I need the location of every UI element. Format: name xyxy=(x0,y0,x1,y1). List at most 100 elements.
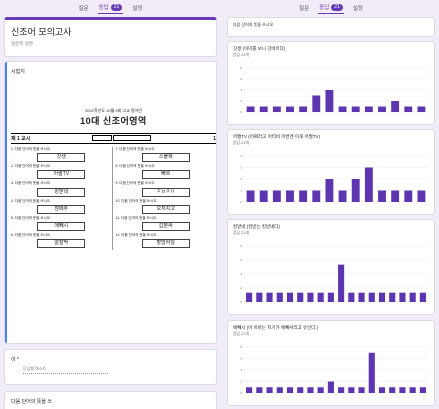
bar-chart-2: 0 1 2 3 4 xyxy=(240,154,428,204)
chart-bar xyxy=(368,292,375,302)
exam-answer-box: 점메추 xyxy=(37,204,86,214)
chart-bar xyxy=(259,190,268,202)
exam-section: 제 1 교시 xyxy=(11,136,31,142)
exam-question-text: 8. 다음 단어의 뜻을 쓰시오. xyxy=(115,164,156,169)
chart-bar xyxy=(378,190,386,202)
name-question-card[interactable]: 이 * 단답형 텍스트 xyxy=(4,349,217,385)
exam-question-card[interactable]: 시험지 2021학년도 10월 9회 고교 원어민 10대 신조어영역 제 1 … xyxy=(4,61,217,344)
tab-responses-2[interactable]: 응답 21 xyxy=(318,3,344,14)
chart-bar xyxy=(419,292,426,302)
form-title-card[interactable]: 신조어 모의고사 설문지 설명 xyxy=(4,17,217,57)
chart-bar xyxy=(348,292,355,302)
exam-question-text: 10. 다음 단어의 뜻을 쓰시오. xyxy=(115,198,158,203)
chart-bar xyxy=(286,292,294,302)
chart-bar xyxy=(276,292,283,302)
name-box xyxy=(92,135,113,141)
exam-answer-box: 갑분싸 xyxy=(141,222,190,232)
response-count-badge: 21 xyxy=(110,3,123,11)
tab-questions[interactable]: 질문 xyxy=(78,4,90,14)
chart-y-tick: 2 xyxy=(240,286,242,290)
exam-answer-box: ㅈㅂㅈㅇ xyxy=(141,187,190,197)
form-description[interactable]: 설문지 설명 xyxy=(11,41,216,47)
left-pane: 질문 응답 21 설정 신조어 모의고사 설문지 설명 시험지 2021학년도 1… xyxy=(0,0,221,409)
chart-bar xyxy=(286,387,294,393)
chart-y-tick: 0 xyxy=(240,300,242,304)
chart-bar xyxy=(351,179,360,202)
chart-y-tick: 5 xyxy=(240,258,242,262)
section-prompt-card: 다음 단어의 뜻을 쓰시오. xyxy=(227,17,435,37)
exam-question-label[interactable]: 시험지 xyxy=(11,68,216,75)
chart-bar xyxy=(312,95,321,112)
chart-y-tick: 4 xyxy=(240,88,242,92)
chart-y-tick: 2 xyxy=(240,177,242,181)
chart-y-tick: 0 xyxy=(240,391,242,395)
result-title-4: 애빼시 (이 이바는 지기가 애빼서리고 유인다.) xyxy=(233,325,319,330)
chart-bar xyxy=(404,106,413,112)
chart-bar xyxy=(338,106,347,112)
exam-answer-box: 갓생 xyxy=(37,153,86,163)
chart-y-tick: 6 xyxy=(240,77,242,81)
short-answer-field[interactable]: 단답형 텍스트 xyxy=(23,366,108,374)
exam-answer-box: 킹받네 xyxy=(37,187,86,197)
result-count-3: 응답 21개 xyxy=(233,231,249,235)
chart-bar xyxy=(325,179,334,202)
chart-y-tick: 4 xyxy=(240,154,242,158)
exam-section-bar: 제 1 교시 1 xyxy=(11,133,216,144)
chart-bar xyxy=(299,106,308,112)
chart-bar xyxy=(297,387,304,393)
chart-bar xyxy=(246,106,255,112)
chart-y-tick: 4 xyxy=(240,368,242,372)
exam-answer-box: 뻐르 xyxy=(141,170,190,180)
chart-y-tick: 0 xyxy=(240,200,242,204)
exam-answer-box: 애빼시 xyxy=(37,222,86,232)
chart-bar xyxy=(246,387,253,393)
exam-question-text: 5. 다음 단어의 뜻을 쓰시오. xyxy=(11,215,51,220)
result-title-2: 어쩔TV (어쩌라고 어티비 이번엔 이게 어쩔TV) xyxy=(233,134,320,139)
chart-bar xyxy=(266,292,273,302)
chart-bar xyxy=(419,387,426,393)
chart-bar xyxy=(272,190,281,202)
exam-question-text: 11. 다음 단어의 뜻을 쓰시오. xyxy=(115,215,158,220)
chart-bar xyxy=(338,190,347,202)
section-prompt: 다음 단어의 뜻을 쓰시오. xyxy=(233,22,275,27)
chart-bar xyxy=(399,387,406,393)
result-title-1: 갓생 (이미를 보니 갓바르다) xyxy=(233,46,286,51)
chart-bar xyxy=(312,190,321,202)
chart-bar xyxy=(351,106,360,112)
chart-bar xyxy=(325,90,334,112)
chart-bar xyxy=(259,106,268,112)
exam-question-text: 7. 다음 단어의 뜻을 쓰시오. xyxy=(115,147,156,151)
exam-answer-box: 알잘딱 xyxy=(37,239,86,249)
chart-y-tick: 6 xyxy=(240,244,242,248)
chart-bar xyxy=(368,352,375,393)
chart-bar xyxy=(391,101,400,112)
chart-bar xyxy=(246,292,253,302)
right-pane: 질문 응답 21 설정 다음 단어의 뜻을 쓰시오. 갓생 (이미를 보니 갓바르… xyxy=(223,0,439,409)
bar-chart-1: 0 2 4 6 8 xyxy=(240,66,428,114)
tab-responses-label-2: 응답 xyxy=(319,5,330,11)
result-card-1: 갓생 (이미를 보니 갓바르다) 응답 21개 0 2 4 6 8 xyxy=(227,41,435,125)
tab-settings[interactable]: 설정 xyxy=(131,4,143,14)
tab-questions-2[interactable]: 질문 xyxy=(298,4,310,14)
form-title[interactable]: 신조어 모의고사 xyxy=(11,25,216,38)
exam-columns: 1. 다음 단어의 뜻을 쓰시오. 갓생 2. 다음 단어의 뜻을 쓰시오. 어쩔TV… xyxy=(11,147,216,251)
chart-y-tick: 1 xyxy=(240,189,242,193)
chart-bar xyxy=(327,381,334,393)
tab-responses-label: 응답 xyxy=(98,5,109,11)
chart-bar xyxy=(286,106,294,112)
exam-column-a: 1. 다음 단어의 뜻을 쓰시오. 갓생 2. 다음 단어의 뜻을 쓰시오. 어쩔TV… xyxy=(11,147,113,251)
chart-bar xyxy=(417,106,426,112)
bar-chart-4: 0 2 4 6 8 xyxy=(240,345,428,395)
tab-settings-2[interactable]: 설정 xyxy=(352,4,364,14)
tab-responses[interactable]: 응답 21 xyxy=(97,3,124,14)
chart-bar xyxy=(307,292,314,302)
tab-settings-label-2: 설정 xyxy=(352,6,363,12)
chart-bar xyxy=(378,387,386,393)
chart-bar xyxy=(297,292,304,302)
next-question-card[interactable]: 다음 단어의 뜻을 쓰 xyxy=(4,391,217,409)
chart-y-tick: 2 xyxy=(240,380,242,384)
chart-bar xyxy=(272,106,281,112)
result-count-1: 응답 21개 xyxy=(233,53,249,57)
tab-bar-2: 질문 응답 21 설정 xyxy=(223,0,439,14)
chart-bar xyxy=(246,190,255,202)
